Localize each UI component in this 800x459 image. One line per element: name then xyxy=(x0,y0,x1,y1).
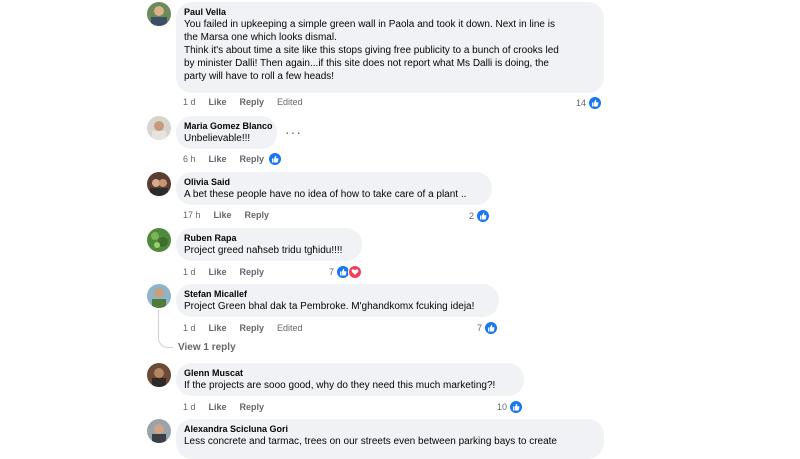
reaction-count-value: 7 xyxy=(477,323,483,333)
love-icon xyxy=(348,265,363,279)
comment-text: Project Green bhal dak ta Pembroke. M'gh… xyxy=(184,301,475,312)
comment-bubble: Stefan Micallef Project Green bhal dak t… xyxy=(176,284,499,317)
comment-time[interactable]: 1 d xyxy=(183,323,196,334)
reaction-count-value: 10 xyxy=(497,402,508,412)
reaction-count[interactable]: 7 xyxy=(477,321,499,335)
avatar[interactable] xyxy=(147,2,171,26)
comment-author[interactable]: Ruben Rapa xyxy=(184,232,354,244)
like-button[interactable]: Like xyxy=(209,323,227,334)
like-icon xyxy=(484,321,499,335)
reaction-count[interactable]: 10 xyxy=(497,400,524,414)
reply-thread-connector xyxy=(158,330,173,348)
like-button[interactable]: Like xyxy=(209,402,227,413)
comment-author[interactable]: Glenn Muscat xyxy=(184,367,516,379)
like-icon xyxy=(588,96,603,110)
reaction-count-value: 7 xyxy=(329,267,335,277)
like-button[interactable]: Like xyxy=(214,210,232,221)
avatar[interactable] xyxy=(147,363,171,387)
avatar[interactable] xyxy=(147,419,171,443)
comment-author[interactable]: Olivia Said xyxy=(184,176,484,188)
reply-button[interactable]: Reply xyxy=(245,210,270,221)
avatar[interactable] xyxy=(147,172,171,196)
reply-button[interactable]: Reply xyxy=(240,402,265,413)
like-button[interactable]: Like xyxy=(209,267,227,278)
comment-author[interactable]: Stefan Micallef xyxy=(184,288,491,300)
like-button[interactable]: Like xyxy=(209,154,227,165)
reaction-count[interactable] xyxy=(268,152,282,166)
comment-time[interactable]: 1 d xyxy=(183,267,196,278)
comment-author[interactable]: Alexandra Scicluna Gori xyxy=(184,423,596,435)
comment-text: Less concrete and tarmac, trees on our s… xyxy=(184,436,557,447)
reaction-count[interactable]: 2 xyxy=(469,209,491,223)
avatar[interactable] xyxy=(147,284,171,308)
edited-label[interactable]: Edited xyxy=(277,97,303,108)
like-icon xyxy=(268,152,282,166)
edited-label[interactable]: Edited xyxy=(277,323,303,334)
comment-bubble: Paul Vella You failed in upkeeping a sim… xyxy=(176,2,604,93)
comment-bubble: Maria Gomez Blanco Unbelievable!!! xyxy=(176,116,277,149)
comment-bubble: Olivia Said A bet these people have no i… xyxy=(176,172,492,205)
comment-text: If the projects are sooo good, why do th… xyxy=(184,380,496,391)
reply-button[interactable]: Reply xyxy=(240,154,265,165)
comment-time[interactable]: 1 d xyxy=(183,97,196,108)
reply-thread-line xyxy=(158,310,159,332)
avatar[interactable] xyxy=(147,228,171,252)
like-icon xyxy=(509,400,524,414)
reply-button[interactable]: Reply xyxy=(240,97,265,108)
reaction-count-value: 14 xyxy=(576,98,587,108)
reaction-count[interactable]: 7 xyxy=(329,265,363,279)
comment-text: A bet these people have no idea of how t… xyxy=(184,189,467,200)
comment-author[interactable]: Paul Vella xyxy=(184,6,596,18)
comment-text: Project greed naħseb tridu tgħidu!!!! xyxy=(184,245,343,256)
view-replies-link[interactable]: View 1 reply xyxy=(178,342,236,353)
comment-time[interactable]: 6 h xyxy=(183,154,196,165)
reaction-count-value: 2 xyxy=(469,211,475,221)
comment-bubble: Glenn Muscat If the projects are sooo go… xyxy=(176,363,524,396)
comment-author[interactable]: Maria Gomez Blanco xyxy=(184,120,273,132)
like-icon xyxy=(476,209,491,223)
comment-text: You failed in upkeeping a simple green w… xyxy=(184,19,559,82)
like-button[interactable]: Like xyxy=(209,97,227,108)
reaction-count[interactable]: 14 xyxy=(576,96,603,110)
reply-button[interactable]: Reply xyxy=(240,267,265,278)
comment-time[interactable]: 17 h xyxy=(183,210,201,221)
comment-bubble: Ruben Rapa Project greed naħseb tridu tg… xyxy=(176,228,362,261)
reply-button[interactable]: Reply xyxy=(240,323,265,334)
comment-time[interactable]: 1 d xyxy=(183,402,196,413)
more-options-icon[interactable]: ··· xyxy=(285,124,302,140)
comment-text: Unbelievable!!! xyxy=(184,133,251,144)
avatar[interactable] xyxy=(147,116,171,140)
comment-bubble: Alexandra Scicluna Gori Less concrete an… xyxy=(176,419,604,459)
